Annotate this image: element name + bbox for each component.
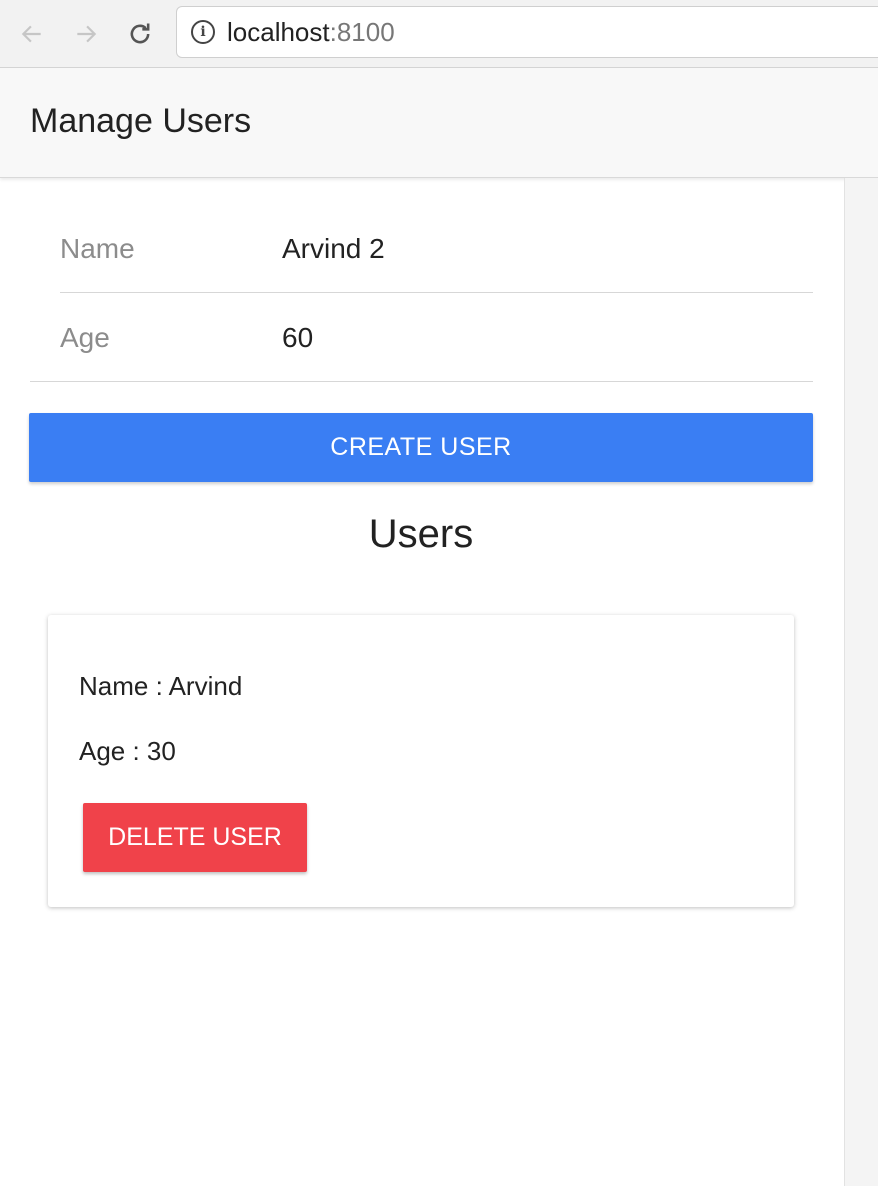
age-label: Age: [60, 322, 110, 353]
name-input[interactable]: [282, 227, 762, 271]
back-arrow-icon[interactable]: [14, 14, 50, 54]
browser-toolbar: i localhost:8100: [0, 0, 878, 68]
name-field-row: Name: [60, 205, 813, 293]
url-host: localhost: [227, 16, 330, 47]
user-age-text: Age : 30: [79, 736, 176, 766]
user-name-text: Name : Arvind: [79, 671, 243, 701]
age-field-row: Age: [30, 294, 813, 382]
users-heading: Users: [368, 512, 474, 556]
user-card: Name : Arvind Age : 30 DELETE USER: [48, 615, 794, 907]
delete-user-button[interactable]: DELETE USER: [83, 803, 307, 872]
url-port: :8100: [329, 16, 395, 47]
forward-arrow-icon[interactable]: [68, 14, 104, 54]
name-label: Name: [60, 233, 135, 264]
app-header: Manage Users: [0, 68, 878, 178]
create-user-button[interactable]: CREATE USER: [29, 413, 813, 482]
address-bar[interactable]: i localhost:8100: [176, 6, 878, 58]
info-icon[interactable]: i: [191, 20, 215, 44]
scrollbar-track[interactable]: [844, 178, 878, 1186]
reload-icon[interactable]: [122, 14, 158, 54]
page-title: Manage Users: [30, 102, 252, 140]
age-input[interactable]: [282, 316, 762, 360]
